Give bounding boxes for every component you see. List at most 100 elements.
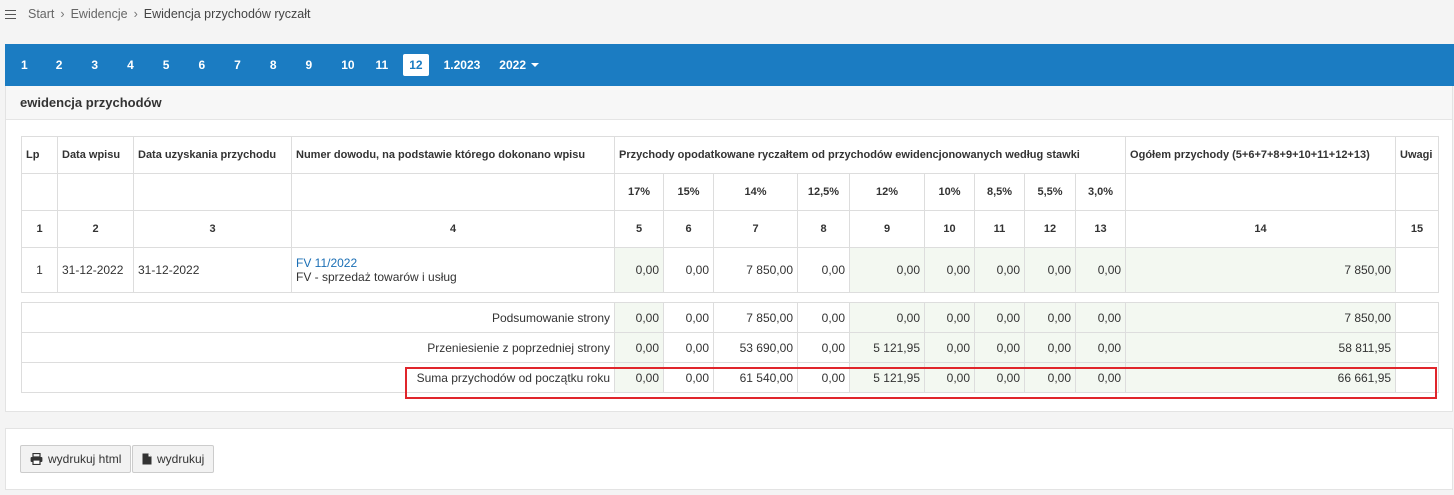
header-przychody: Przychody opodatkowane ryczałtem od przy… <box>613 136 1127 174</box>
caret-down-icon <box>531 63 539 67</box>
col-number: 8 <box>797 210 850 248</box>
col-number: 12 <box>1024 210 1076 248</box>
year-dropdown[interactable]: 2022 <box>493 54 545 76</box>
summary-label: Suma przychodów od początku roku <box>21 362 615 393</box>
tab-month-10[interactable]: 10 <box>335 54 360 76</box>
summary-row-year: Suma przychodów od początku roku 0,00 0,… <box>21 362 1440 393</box>
print-html-button[interactable]: wydrukuj html <box>20 445 132 473</box>
header-lp: Lp <box>21 136 58 174</box>
cell-lp: 1 <box>21 247 58 293</box>
cell-value: 0,00 <box>1074 247 1127 293</box>
print-label: wydrukuj <box>157 452 205 466</box>
file-icon <box>142 453 152 465</box>
cell-value: 0,00 <box>974 302 1025 333</box>
chevron-right-icon: › <box>133 7 138 21</box>
cell-total: 7 850,00 <box>1125 302 1397 333</box>
cell-numer-dowodu: FV 11/2022 FV - sprzedaż towarów i usług <box>291 247 615 293</box>
col-number: 14 <box>1125 210 1397 248</box>
cell-value: 5 121,95 <box>849 362 925 393</box>
cell-value: 0,00 <box>663 362 714 393</box>
cell-value: 0,00 <box>1024 332 1076 363</box>
cell-value: 0,00 <box>974 332 1025 363</box>
cell-value: 61 540,00 <box>713 362 798 393</box>
cell-value: 0,00 <box>1024 247 1076 293</box>
year-dropdown-label: 2022 <box>499 58 526 72</box>
cell-value: 0,00 <box>1074 362 1127 393</box>
cell-total: 7 850,00 <box>1125 247 1397 293</box>
tab-month-3[interactable]: 3 <box>85 54 104 76</box>
tab-month-11[interactable]: 11 <box>370 54 395 76</box>
cell-value: 0,00 <box>849 247 925 293</box>
cell-value: 0,00 <box>614 362 664 393</box>
tab-month-1[interactable]: 1 <box>15 54 34 76</box>
rate-12: 12% <box>849 173 925 211</box>
header-ogolem: Ogółem przychody (5+6+7+8+9+10+11+12+13) <box>1125 136 1397 174</box>
cell-value: 0,00 <box>797 332 850 363</box>
header-data-uzyskania: Data uzyskania przychodu <box>133 136 292 174</box>
tab-month-2[interactable]: 2 <box>50 54 69 76</box>
chevron-right-icon: › <box>60 7 65 21</box>
rate-3-0: 3,0% <box>1074 173 1127 211</box>
summary-row-page: Podsumowanie strony 0,00 0,00 7 850,00 0… <box>21 302 1440 333</box>
tab-month-4[interactable]: 4 <box>121 54 140 76</box>
col-number: 13 <box>1074 210 1127 248</box>
cell-value: 0,00 <box>1024 302 1076 333</box>
actions-panel: wydrukuj html wydrukuj <box>5 428 1453 490</box>
cell-value: 7 850,00 <box>713 247 798 293</box>
menu-icon[interactable] <box>5 9 16 19</box>
print-button[interactable]: wydrukuj <box>132 445 215 473</box>
print-icon <box>30 453 43 465</box>
document-link[interactable]: FV 11/2022 <box>296 256 610 270</box>
header-numer-dowodu: Numer dowodu, na podstawie którego dokon… <box>291 136 615 174</box>
col-number: 1 <box>21 210 58 248</box>
cell-value: 53 690,00 <box>713 332 798 363</box>
document-description: FV - sprzedaż towarów i usług <box>296 270 457 284</box>
rate-15: 15% <box>663 173 714 211</box>
col-number: 15 <box>1395 210 1440 248</box>
top-bar: Start › Ewidencje › Ewidencja przychodów… <box>0 0 1454 28</box>
cell-value: 0,00 <box>924 332 975 363</box>
print-html-label: wydrukuj html <box>48 452 122 466</box>
col-number: 9 <box>849 210 925 248</box>
col-number: 4 <box>291 210 615 248</box>
rate-12-5: 12,5% <box>797 173 850 211</box>
col-number: 2 <box>57 210 134 248</box>
cell-value: 0,00 <box>797 362 850 393</box>
breadcrumb-current: Ewidencja przychodów ryczałt <box>143 7 311 21</box>
cell-value: 0,00 <box>663 302 714 333</box>
cell-value: 0,00 <box>1074 332 1127 363</box>
tab-month-12[interactable]: 12 <box>403 54 429 76</box>
cell-value: 5 121,95 <box>849 332 925 363</box>
tab-month-8[interactable]: 8 <box>264 54 283 76</box>
breadcrumb-ewidencje[interactable]: Ewidencje <box>71 7 128 21</box>
col-number: 5 <box>614 210 664 248</box>
cell-value: 0,00 <box>614 302 664 333</box>
tab-month-5[interactable]: 5 <box>157 54 176 76</box>
cell-value: 0,00 <box>974 362 1025 393</box>
tab-month-7[interactable]: 7 <box>228 54 247 76</box>
cell-total: 66 661,95 <box>1125 362 1397 393</box>
col-number: 7 <box>713 210 798 248</box>
cell-value: 0,00 <box>663 332 714 363</box>
rates-header-row: 17% 15% 14% 12,5% 12% 10% 8,5% 5,5% 3,0% <box>21 173 1440 211</box>
rate-10: 10% <box>924 173 975 211</box>
cell-value: 0,00 <box>974 247 1025 293</box>
col-number: 11 <box>974 210 1025 248</box>
table-row: 1 31-12-2022 31-12-2022 FV 11/2022 FV - … <box>21 247 1440 293</box>
cell-value: 0,00 <box>663 247 714 293</box>
breadcrumb-start[interactable]: Start <box>28 7 54 21</box>
header-data-wpisu: Data wpisu <box>57 136 134 174</box>
cell-value: 0,00 <box>614 332 664 363</box>
cell-value: 0,00 <box>1074 302 1127 333</box>
col-number: 3 <box>133 210 292 248</box>
tab-month-next-year[interactable]: 1.2023 <box>438 54 487 76</box>
tab-month-6[interactable]: 6 <box>192 54 211 76</box>
cell-value: 0,00 <box>924 362 975 393</box>
col-number: 10 <box>924 210 975 248</box>
cell-total: 58 811,95 <box>1125 332 1397 363</box>
summary-row-carried: Przeniesienie z poprzedniej strony 0,00 … <box>21 332 1440 363</box>
tab-month-9[interactable]: 9 <box>300 54 319 76</box>
revenue-table: Lp Data wpisu Data uzyskania przychodu N… <box>21 136 1440 393</box>
cell-value: 0,00 <box>797 247 850 293</box>
cell-value: 0,00 <box>1024 362 1076 393</box>
